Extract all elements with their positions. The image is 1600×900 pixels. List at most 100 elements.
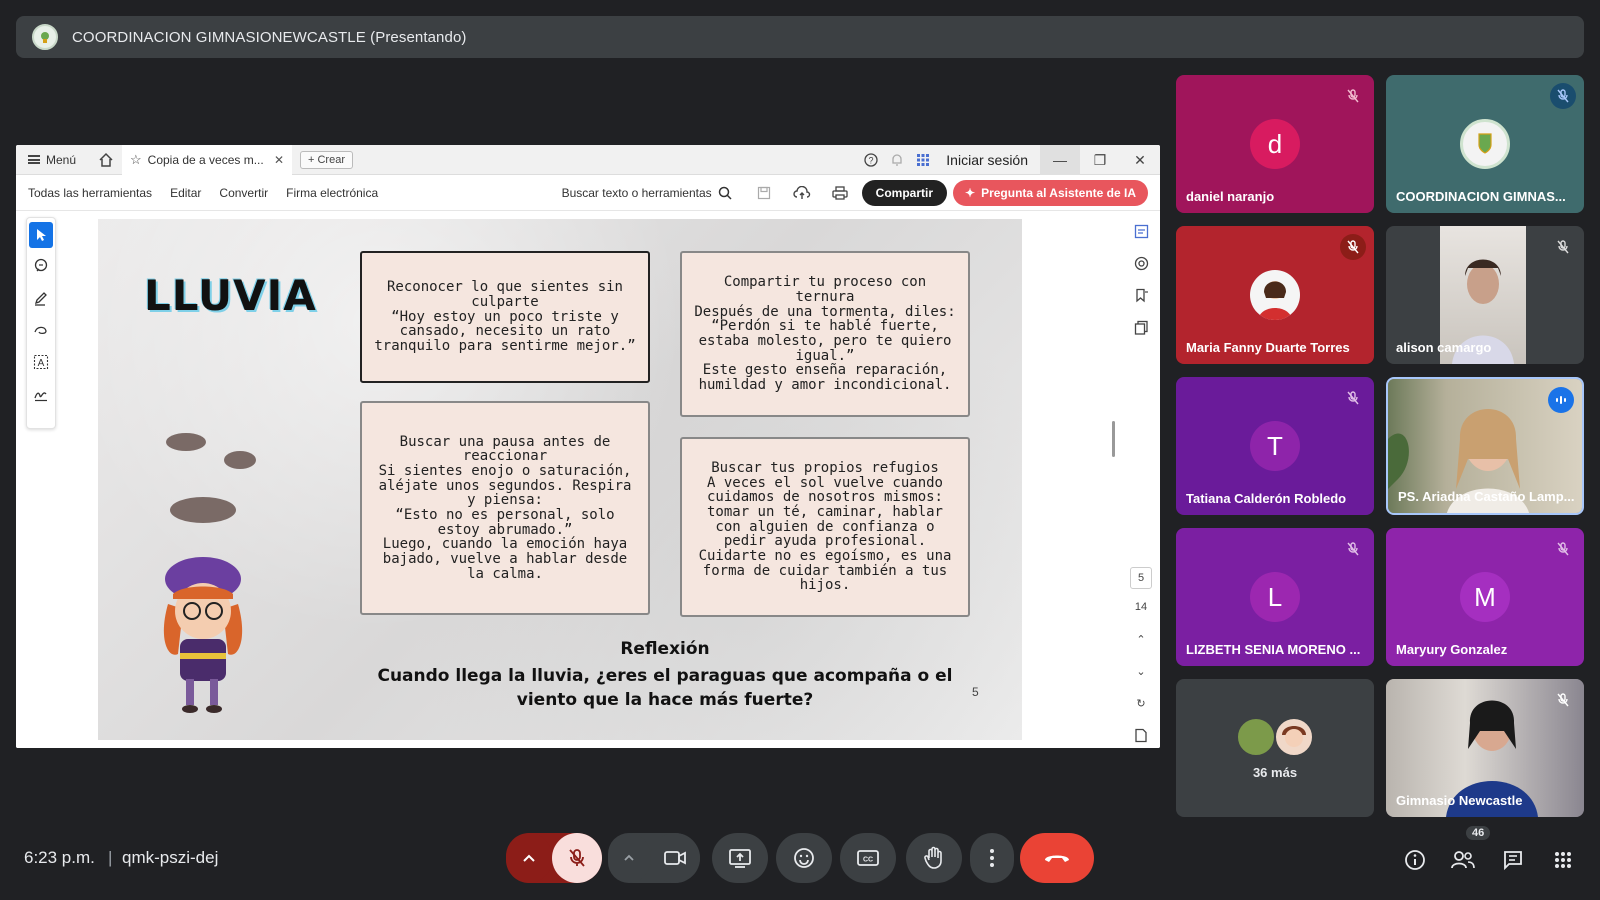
save-icon[interactable] (748, 178, 780, 208)
reflection-question: Cuando llega la lluvia, ¿eres el paragua… (377, 666, 953, 710)
participant-tile-maryury[interactable]: M Maryury Gonzalez (1386, 528, 1584, 666)
hand-icon (924, 846, 942, 869)
participant-tile-ariadna[interactable]: PS. Ariadna Castaño Lamp... (1386, 377, 1584, 515)
ai-assistant-label: Pregunta al Asistente de IA (981, 186, 1136, 200)
avatar-thumbnail (1274, 717, 1314, 757)
present-screen-icon (729, 849, 751, 868)
avatar: M (1460, 572, 1510, 622)
edit-pdf-icon[interactable] (1128, 215, 1154, 247)
highlight-tool-icon[interactable] (27, 282, 55, 314)
home-icon[interactable] (94, 148, 118, 172)
close-window-icon[interactable]: ✕ (1120, 145, 1160, 175)
raise-hand-button[interactable] (906, 833, 962, 883)
menu-button[interactable]: Menú (16, 153, 92, 167)
comment-tool-icon[interactable] (27, 250, 55, 282)
menu-convert[interactable]: Convertir (219, 186, 268, 200)
tab-title: Copia de a veces m... (147, 152, 264, 167)
participant-tile-coordinacion[interactable]: COORDINACION GIMNAS... (1386, 75, 1584, 213)
draw-tool-icon[interactable] (27, 314, 55, 346)
participant-name: COORDINACION GIMNAS... (1396, 189, 1566, 204)
star-icon[interactable]: ☆ (130, 152, 142, 168)
page-down-icon[interactable]: ⌄ (1128, 655, 1154, 687)
vertical-scrollbar[interactable] (1112, 421, 1115, 457)
document-tab[interactable]: ☆ Copia de a veces m... ✕ (122, 145, 292, 175)
total-pages: 14 (1134, 601, 1148, 613)
meeting-info-icon[interactable] (1402, 847, 1428, 873)
print-icon[interactable] (824, 178, 856, 208)
meeting-controls-bar: 6:23 p.m. | qmk-pszi-dej CC 46 (0, 820, 1600, 900)
current-page-field[interactable]: 5 (1130, 567, 1152, 589)
left-toolbar: A (26, 217, 56, 429)
sign-tool-icon[interactable] (27, 378, 55, 410)
chat-icon[interactable] (1500, 847, 1526, 873)
presenter-avatar (32, 24, 58, 50)
upload-cloud-icon[interactable] (786, 178, 818, 208)
participant-name: Maryury Gonzalez (1396, 642, 1508, 657)
avatar-thumbnail (1236, 717, 1276, 757)
participant-tile-alison[interactable]: alison camargo (1386, 226, 1584, 364)
avatar: L (1250, 572, 1300, 622)
camera-button[interactable] (650, 833, 700, 883)
page-up-icon[interactable]: ⌃ (1128, 623, 1154, 655)
login-link[interactable]: Iniciar sesión (946, 152, 1028, 168)
ai-assistant-button[interactable]: ✦ Pregunta al Asistente de IA (953, 180, 1148, 206)
card-take-pause: Buscar una pausa antes de reaccionar Si … (360, 401, 650, 615)
search-tools[interactable]: Buscar texto o herramientas (562, 186, 732, 200)
text-tool-icon[interactable]: A (27, 346, 55, 378)
participant-name: alison camargo (1396, 340, 1492, 355)
more-options-button[interactable] (970, 833, 1014, 883)
captions-button[interactable]: CC (840, 833, 896, 883)
create-label: Crear (317, 153, 345, 166)
people-icon[interactable] (1450, 847, 1476, 873)
present-screen-button[interactable] (712, 833, 768, 883)
search-label: Buscar texto o herramientas (561, 186, 712, 200)
minimize-icon[interactable]: — (1040, 145, 1080, 175)
card-3-text: Buscar una pausa antes de reaccionar Si … (378, 433, 632, 582)
end-call-icon (1045, 855, 1069, 862)
participant-tile-tatiana[interactable]: T Tatiana Calderón Robledo (1176, 377, 1374, 515)
close-tab-icon[interactable]: ✕ (274, 153, 284, 167)
copy-pages-icon[interactable] (1128, 311, 1154, 343)
audio-options-chevron-icon[interactable] (506, 833, 552, 883)
mic-off-icon (1340, 83, 1366, 109)
participant-tile-maria[interactable]: Maria Fanny Duarte Torres (1176, 226, 1374, 364)
participant-name: LIZBETH SENIA MORENO ... (1186, 642, 1361, 657)
more-participants-tile[interactable]: 36 más (1176, 679, 1374, 817)
share-button[interactable]: Compartir (861, 180, 947, 206)
apps-grid-icon[interactable] (910, 145, 936, 175)
video-camera-icon (664, 851, 686, 865)
video-options-chevron-icon[interactable] (608, 833, 650, 883)
page-settings-icon[interactable] (1128, 719, 1154, 748)
help-icon[interactable]: ? (858, 145, 884, 175)
mic-off-icon (1340, 385, 1366, 411)
menu-esign[interactable]: Firma electrónica (286, 186, 378, 200)
rotate-icon[interactable]: ↻ (1128, 687, 1154, 719)
menu-all-tools[interactable]: Todas las herramientas (28, 186, 152, 200)
ai-icon[interactable] (1128, 247, 1154, 279)
meeting-code: qmk-pszi-dej (122, 848, 219, 867)
svg-text:A: A (38, 358, 45, 369)
svg-text:CC: CC (863, 857, 873, 864)
activities-grid-icon[interactable] (1550, 847, 1576, 873)
participant-tile-gimnasio[interactable]: Gimnasio Newcastle (1386, 679, 1584, 817)
microphone-off-button[interactable] (552, 833, 602, 883)
search-icon (718, 186, 732, 200)
reactions-button[interactable] (776, 833, 832, 883)
participant-tile-lizbeth[interactable]: L LIZBETH SENIA MORENO ... (1176, 528, 1374, 666)
slide-page-number: 5 (972, 685, 979, 699)
menu-label: Menú (46, 152, 77, 167)
restore-icon[interactable]: ❐ (1080, 145, 1120, 175)
leave-call-button[interactable] (1020, 833, 1094, 883)
menu-edit[interactable]: Editar (170, 186, 201, 200)
window-titlebar: Menú ☆ Copia de a veces m... ✕ + Crear ?… (16, 145, 1160, 175)
create-button[interactable]: + Crear (300, 150, 353, 169)
presenting-bar: COORDINACION GIMNASIONEWCASTLE (Presenta… (16, 16, 1584, 58)
right-toolbar: 5 14 ⌃ ⌄ ↻ (1128, 211, 1154, 742)
mic-off-icon (1550, 687, 1576, 713)
avatar-photo (1250, 270, 1300, 320)
ai-chat-icon: ✦ (965, 186, 976, 200)
participant-tile-daniel[interactable]: d daniel naranjo (1176, 75, 1374, 213)
select-tool-icon[interactable] (29, 222, 53, 248)
bookmark-icon[interactable] (1128, 279, 1154, 311)
notifications-icon[interactable] (884, 145, 910, 175)
